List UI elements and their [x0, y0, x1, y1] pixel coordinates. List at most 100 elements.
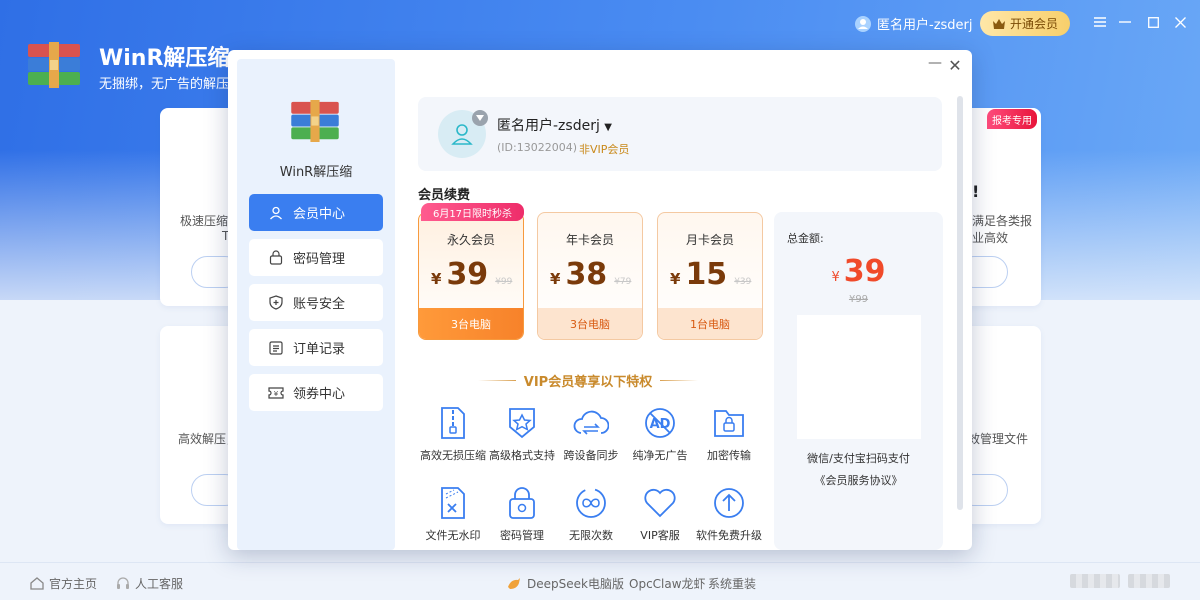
- plan-price-value: 39: [446, 257, 489, 292]
- plan-devices: 3台电脑: [419, 308, 523, 339]
- feature-card-manage[interactable]: 效管理文件: [958, 326, 1041, 524]
- top-user-account[interactable]: 匿名用户-zsderj: [855, 14, 973, 33]
- feature-item: 无限次数: [551, 485, 631, 543]
- footer-service-link[interactable]: 人工客服: [116, 575, 183, 592]
- sidebar-item-label: 账号安全: [293, 297, 346, 312]
- total-price: ¥ 39: [774, 254, 943, 289]
- maximize-icon[interactable]: [1143, 12, 1163, 32]
- plan-card-yearly[interactable]: 年卡会员 ¥ 38 ¥79 3台电脑: [537, 212, 643, 340]
- cloud-sync-icon: [573, 405, 609, 441]
- payment-method-text: 微信/支付宝扫码支付: [807, 452, 910, 465]
- plan-price: ¥ 38 ¥79: [550, 257, 631, 292]
- footer-reinstall-link[interactable]: 系统重装: [708, 575, 756, 592]
- app-title: WinR解压缩: [99, 46, 230, 71]
- feature-item: VIP客服: [620, 485, 700, 543]
- flash-sale-tag: 6月17日限时秒杀: [421, 203, 524, 221]
- open-vip-button[interactable]: 开通会员: [980, 11, 1070, 36]
- feature-label: 软件免费升级: [696, 529, 762, 542]
- footer-deepseek-label: DeepSeek电脑版: [527, 577, 624, 591]
- plan-original-price: ¥79: [614, 277, 632, 287]
- feature-item: AD 纯净无广告: [620, 405, 700, 463]
- close-window-icon[interactable]: [1170, 12, 1190, 32]
- footer-deepseek-link[interactable]: DeepSeek电脑版: [506, 575, 624, 592]
- shield-icon: [268, 295, 284, 311]
- footer-service-label: 人工客服: [135, 577, 184, 591]
- total-original-price: ¥99: [848, 294, 869, 305]
- plan-price: ¥ 39 ¥99: [431, 257, 512, 292]
- currency-symbol: ¥: [670, 270, 681, 288]
- username-dropdown[interactable]: 匿名用户-zsderj ▼: [497, 115, 612, 135]
- sidebar-item-label: 领券中心: [293, 387, 346, 402]
- user-avatar-icon: [855, 15, 871, 32]
- footer-opcclaw-link[interactable]: OpcClaw龙虾: [629, 575, 706, 592]
- feature-item: 加密传输: [689, 405, 769, 463]
- feature-item: 高级格式支持: [482, 405, 562, 463]
- minimize-icon[interactable]: [1115, 12, 1135, 32]
- infinity-icon: [573, 485, 609, 521]
- sidebar-item-label: 密码管理: [293, 252, 346, 267]
- footer-home-label: 官方主页: [49, 577, 98, 591]
- feature-card-exam[interactable]: ! 满足各类报 业高效: [958, 108, 1041, 306]
- upgrade-icon: [711, 485, 747, 521]
- zip-file-icon: [435, 405, 471, 441]
- divider: [660, 380, 698, 381]
- sidebar-item-coupons[interactable]: ¥ 领券中心: [249, 374, 383, 411]
- plan-devices: 1台电脑: [658, 308, 762, 339]
- user-avatar-icon: [451, 124, 473, 145]
- feature-label: 加密传输: [707, 449, 751, 462]
- feature-item: 软件免费升级: [689, 485, 769, 543]
- winr-logo-icon: [291, 100, 339, 142]
- app-footer: 官方主页 人工客服 DeepSeek电脑版 OpcClaw龙虾 系统重装: [0, 562, 1200, 600]
- vip-status: 非VIP会员: [579, 143, 630, 156]
- total-amount: 39: [843, 254, 886, 289]
- service-agreement-link[interactable]: 《会员服务协议》: [774, 472, 943, 488]
- dialog-scrollbar[interactable]: [957, 96, 963, 510]
- plan-price-value: 15: [685, 257, 728, 292]
- heart-icon: [642, 485, 678, 521]
- username-label: 匿名用户-zsderj: [497, 118, 600, 134]
- chevron-down-icon: ▼: [604, 122, 612, 133]
- plan-name: 月卡会员: [685, 233, 734, 247]
- card-text: 效管理文件: [968, 432, 1029, 446]
- no-ad-icon: AD: [642, 405, 678, 441]
- dialog-minimize-icon[interactable]: —: [928, 56, 942, 72]
- coupon-icon: ¥: [268, 385, 284, 401]
- sidebar-item-orders[interactable]: 订单记录: [249, 329, 383, 366]
- star-badge-icon: [504, 405, 540, 441]
- currency-symbol: ¥: [550, 270, 561, 288]
- plan-card-lifetime[interactable]: 永久会员 ¥ 39 ¥99 3台电脑: [418, 212, 524, 340]
- user-id: (ID:13022004): [497, 141, 577, 154]
- sidebar-item-label: 订单记录: [293, 342, 346, 357]
- sidebar-item-security[interactable]: 账号安全: [249, 284, 383, 321]
- plan-price-value: 38: [565, 257, 608, 292]
- plan-name: 永久会员: [446, 233, 495, 247]
- payment-panel: 总金额: ¥ 39 ¥99 微信/支付宝扫码支付 《会员服务协议》: [774, 212, 943, 550]
- card-text: 满足各类报: [972, 214, 1033, 228]
- feature-label: 纯净无广告: [632, 449, 688, 462]
- deepseek-icon: [508, 577, 520, 589]
- footer-home-link[interactable]: 官方主页: [30, 575, 97, 592]
- sidebar-item-vip-center[interactable]: 会员中心: [249, 194, 383, 231]
- feature-label: 无限次数: [569, 529, 613, 542]
- password-lock-icon: [504, 485, 540, 521]
- plan-name: 年卡会员: [565, 233, 614, 247]
- feature-label: 高级格式支持: [489, 449, 555, 462]
- currency-symbol: ¥: [431, 270, 442, 288]
- feature-item: 高效无损压缩: [413, 405, 493, 463]
- sidebar-item-password[interactable]: 密码管理: [249, 239, 383, 276]
- sidebar-item-label: 会员中心: [293, 207, 346, 222]
- card-text: 极速压缩: [180, 214, 229, 228]
- payment-qr-code[interactable]: [797, 315, 921, 439]
- feature-item: 跨设备同步: [551, 405, 631, 463]
- feature-label: 密码管理: [500, 529, 544, 542]
- menu-icon[interactable]: [1090, 12, 1110, 32]
- user-info-card: 匿名用户-zsderj ▼ (ID:13022004) 非VIP会员: [418, 97, 942, 171]
- encrypted-folder-icon: [711, 405, 747, 441]
- currency-symbol: ¥: [831, 270, 840, 285]
- dialog-close-icon[interactable]: ✕: [947, 58, 963, 74]
- feature-item: 密码管理: [482, 485, 562, 543]
- plan-price: ¥ 15 ¥39: [670, 257, 751, 292]
- plan-card-monthly[interactable]: 月卡会员 ¥ 15 ¥39 1台电脑: [657, 212, 763, 340]
- crown-icon: [992, 18, 1005, 29]
- svg-text:¥: ¥: [274, 390, 279, 398]
